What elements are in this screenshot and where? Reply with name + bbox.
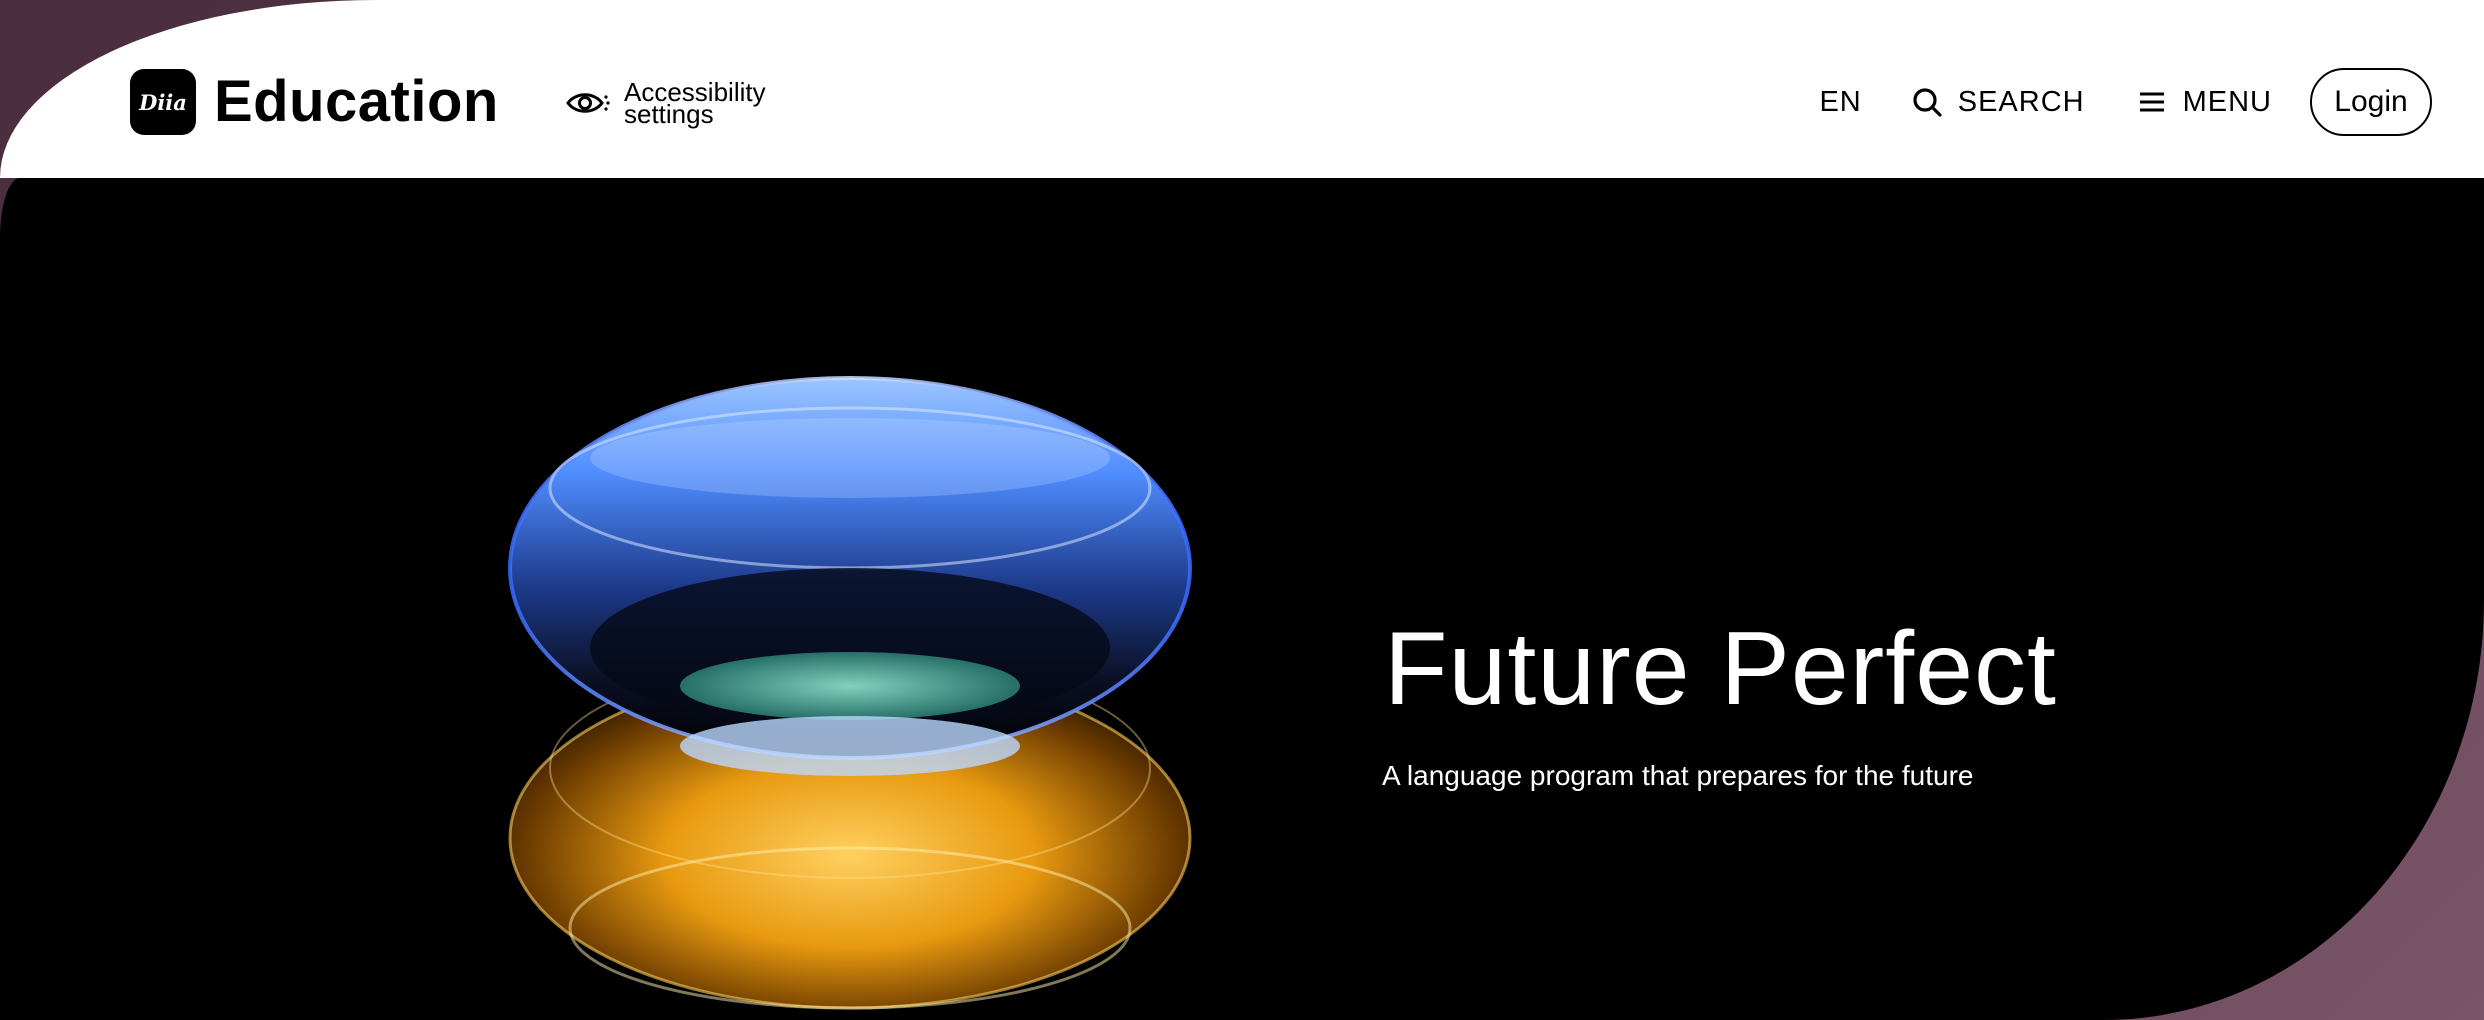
glass-lens-illustration xyxy=(508,376,1192,1010)
page-frame: Diia Education Accessibility settings EN xyxy=(0,0,2484,1020)
menu-label: MENU xyxy=(2182,85,2272,118)
hero-banner: Future Perfect A language program that p… xyxy=(0,178,2484,1020)
login-button[interactable]: Login xyxy=(2310,68,2432,136)
brand-title[interactable]: Education xyxy=(214,66,499,138)
search-label: SEARCH xyxy=(1957,85,2085,118)
search-button[interactable]: SEARCH xyxy=(1910,85,2085,119)
diia-logo[interactable]: Diia xyxy=(130,69,196,135)
menu-button[interactable]: MENU xyxy=(2135,85,2272,119)
hero-title: Future Perfect xyxy=(1384,611,2057,727)
accessibility-settings-button[interactable]: Accessibility settings xyxy=(566,78,766,128)
header-nav: EN SEARCH MENU Login xyxy=(1819,68,2432,136)
eye-icon xyxy=(566,93,610,113)
search-icon xyxy=(1913,88,1942,117)
accessibility-label: Accessibility settings xyxy=(624,79,766,127)
site-header: Diia Education Accessibility settings EN xyxy=(0,0,2484,178)
hamburger-menu-icon xyxy=(2139,92,2164,112)
language-switch[interactable]: EN xyxy=(1819,86,1861,119)
hero-subtitle: A language program that prepares for the… xyxy=(1382,760,1974,791)
language-label: EN xyxy=(1819,85,1862,118)
